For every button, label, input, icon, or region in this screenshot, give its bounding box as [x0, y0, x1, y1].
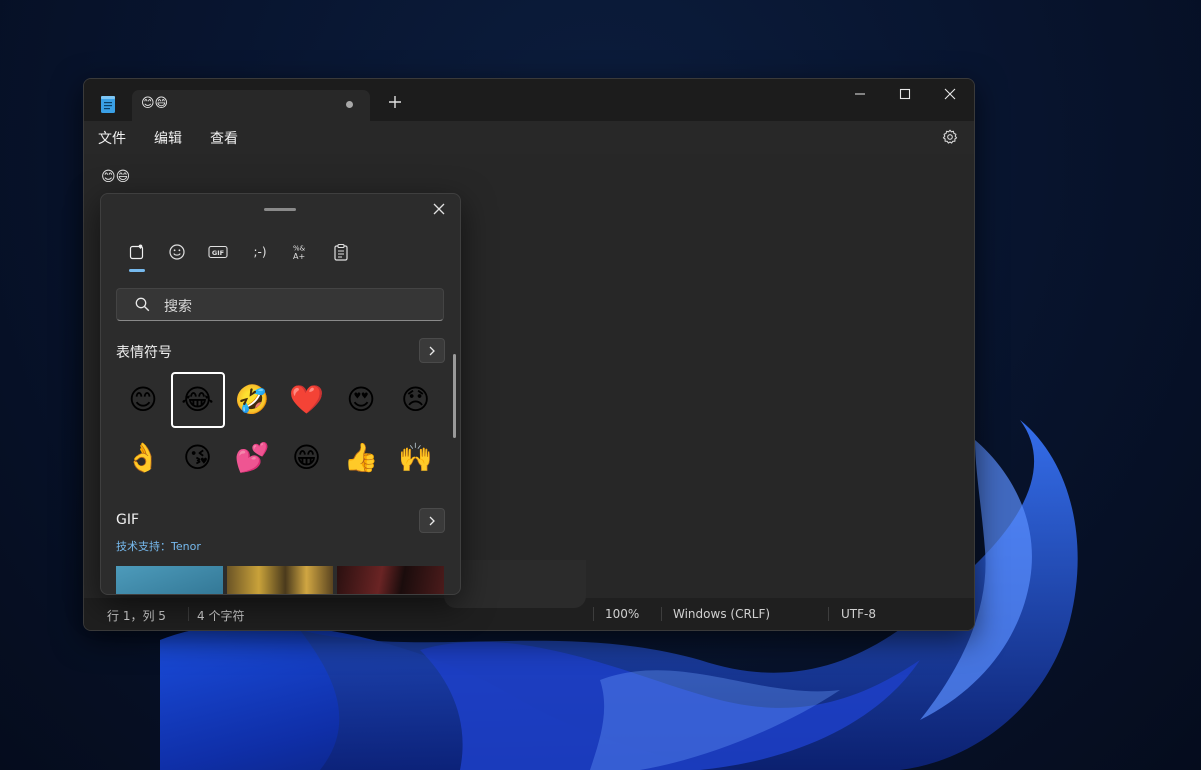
symbols-icon[interactable]: %& A+: [290, 243, 310, 262]
emoji-glyph: 😘: [182, 441, 213, 474]
emoji-item[interactable]: 😘: [171, 430, 225, 486]
svg-text:;-): ;-): [253, 245, 266, 259]
status-divider: [593, 607, 594, 621]
maximize-icon: [899, 88, 911, 100]
menu-edit[interactable]: 编辑: [154, 128, 182, 148]
emoji-item[interactable]: 🤣: [225, 372, 279, 428]
emoji-glyph: 😁: [291, 441, 322, 474]
emoji-glyph: 🤣: [234, 383, 270, 416]
emoji-item[interactable]: 💕: [225, 430, 279, 486]
search-placeholder: 搜索: [164, 299, 192, 315]
gif-thumbnail[interactable]: [337, 566, 444, 594]
favorites-icon[interactable]: [127, 243, 147, 261]
emoji-glyph: 😊: [128, 383, 158, 416]
emoji-glyph: 💕: [234, 441, 270, 474]
unsaved-dot-icon[interactable]: [346, 101, 353, 108]
zoom-level[interactable]: 100%: [605, 607, 639, 621]
clipboard-icon[interactable]: [331, 243, 351, 261]
emoji-glyph: 👍: [343, 441, 379, 474]
scrollbar-thumb[interactable]: [453, 354, 456, 438]
emoji-panel-tail: [444, 560, 586, 608]
emoji-item[interactable]: 😞: [389, 372, 443, 428]
gif-thumbnail[interactable]: [116, 566, 223, 594]
title-bar: 😊😄: [84, 79, 974, 121]
search-icon: [135, 297, 150, 312]
notepad-app-icon: [101, 96, 115, 113]
svg-text:GIF: GIF: [212, 249, 224, 257]
emoji-item[interactable]: ❤️: [280, 372, 334, 428]
settings-gear-icon[interactable]: [942, 129, 958, 145]
gif-thumbnail[interactable]: [227, 566, 333, 594]
close-window-button[interactable]: [927, 79, 973, 109]
emoji-item[interactable]: 😊: [116, 372, 170, 428]
emoji-item[interactable]: 😂: [170, 372, 225, 428]
emoji-item[interactable]: 👍: [334, 430, 388, 486]
emoji-glyph: 😞: [400, 383, 431, 416]
kaomoji-icon[interactable]: ;-): [248, 243, 272, 261]
emoji-panel: GIF ;-) %& A+ 搜索 表情符号 😊 😂 🤣 ❤️ 😍 😞 👌 😘 💕 😁 👍 🙌 GIF 技…: [100, 193, 461, 595]
gif-section-title: GIF: [116, 512, 140, 528]
minimize-icon: [855, 93, 865, 95]
emoji-glyph: 👌: [125, 441, 161, 474]
menu-view[interactable]: 查看: [210, 128, 238, 148]
status-divider: [828, 607, 829, 621]
gif-icon[interactable]: GIF: [208, 243, 228, 261]
close-panel-icon[interactable]: [432, 202, 446, 216]
maximize-button[interactable]: [882, 79, 928, 109]
emoji-search-input[interactable]: 搜索: [116, 288, 444, 321]
tab-title: 😊😄: [141, 96, 169, 111]
emoji-glyph: 😂: [181, 383, 214, 416]
close-icon: [944, 88, 956, 100]
gif-provider-credit[interactable]: 技术支持：Tenor: [116, 538, 201, 554]
gif-section-more-button[interactable]: [419, 508, 445, 533]
emoji-item[interactable]: 🙌: [389, 430, 443, 486]
emoji-item[interactable]: 😁: [280, 430, 334, 486]
svg-text:A+: A+: [293, 252, 305, 261]
chevron-right-icon: [429, 516, 435, 525]
cursor-position: 行 1，列 5: [107, 609, 166, 623]
minimize-button[interactable]: [837, 79, 883, 109]
emoji-item[interactable]: 😍: [334, 372, 388, 428]
line-ending[interactable]: Windows (CRLF): [673, 607, 770, 621]
tab-document[interactable]: 😊😄: [132, 90, 370, 121]
new-tab-button[interactable]: [386, 93, 404, 111]
emoji-glyph: 😍: [346, 383, 376, 416]
menu-bar: 文件 编辑 查看: [84, 121, 974, 154]
emoji-section-title: 表情符号: [116, 345, 172, 361]
emoji-glyph: ❤️: [289, 383, 324, 416]
status-divider: [661, 607, 662, 621]
emoji-item[interactable]: 👌: [116, 430, 170, 486]
drag-handle[interactable]: [264, 208, 296, 211]
status-divider: [188, 607, 189, 621]
emoji-glyph: 🙌: [398, 441, 433, 474]
selected-category-indicator: [129, 269, 145, 272]
character-count: 4 个字符: [197, 609, 245, 623]
encoding[interactable]: UTF-8: [841, 607, 876, 621]
editor-content: 😊😄: [101, 169, 131, 185]
emoji-icon[interactable]: [167, 243, 187, 261]
emoji-section-more-button[interactable]: [419, 338, 445, 363]
chevron-right-icon: [429, 346, 435, 355]
menu-file[interactable]: 文件: [98, 128, 126, 148]
